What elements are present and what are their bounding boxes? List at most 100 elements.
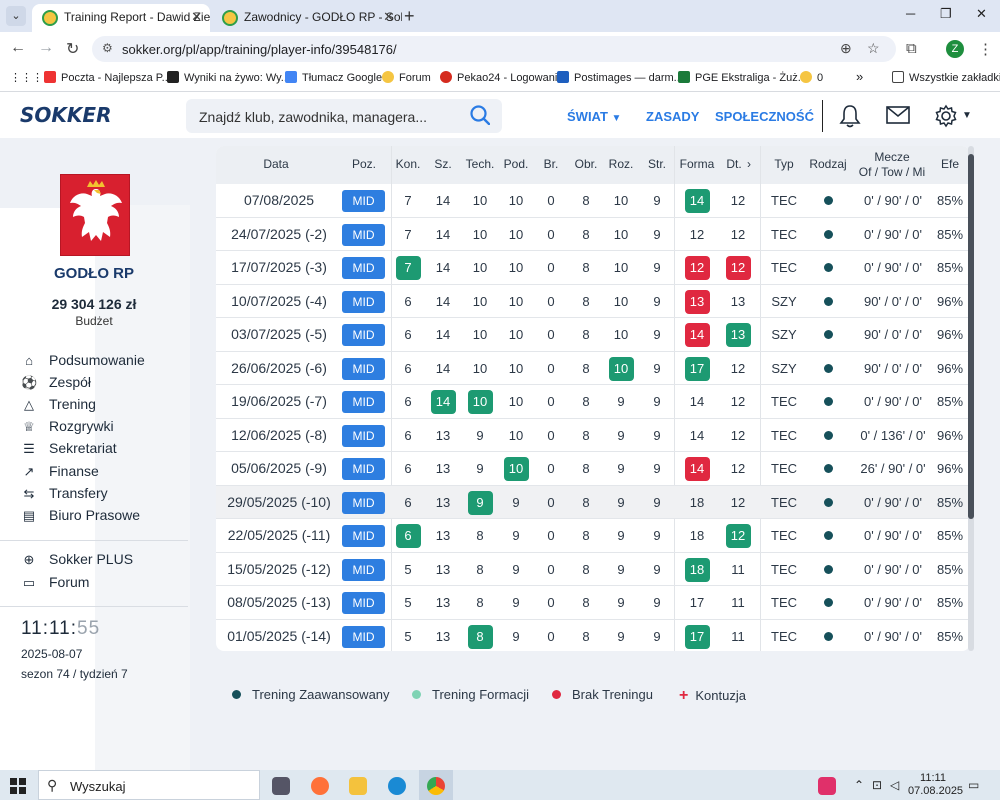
- table-row[interactable]: MID 15/05/2025 (-12) 5 13 8 9 0 8 9 9 18 11 TEC 0' / …: [216, 553, 970, 586]
- search-icon[interactable]: [470, 105, 490, 125]
- minimize-icon[interactable]: ─: [906, 6, 915, 21]
- settings-chevron-icon[interactable]: ▼: [962, 110, 972, 121]
- header-pos[interactable]: Poz.: [344, 157, 384, 171]
- nav-swiat[interactable]: ŚWIAT ▼: [567, 109, 621, 124]
- header-date[interactable]: Data: [246, 157, 306, 171]
- sidebar-item-trening[interactable]: △ Trening: [21, 396, 96, 416]
- bookmark-item[interactable]: Pekao24 - Logowanie: [440, 71, 563, 84]
- header-typ[interactable]: Typ: [764, 157, 804, 171]
- close-tab-icon[interactable]: ✕: [191, 4, 202, 30]
- mail-icon[interactable]: [886, 106, 910, 124]
- forward-icon[interactable]: →: [38, 39, 54, 57]
- header-sz[interactable]: Sz.: [428, 157, 458, 171]
- taskbar-clock[interactable]: 11:11 07.08.2025: [908, 772, 963, 798]
- bookmark-item[interactable]: Poczta - Najlepsza P...: [44, 71, 171, 84]
- header-kon[interactable]: Kon.: [392, 157, 424, 171]
- tab-zawodnicy[interactable]: Zawodnicy - GODŁO RP - Sokk ✕: [212, 4, 402, 32]
- new-tab-button[interactable]: +: [404, 6, 415, 26]
- close-window-icon[interactable]: ✕: [976, 6, 987, 22]
- task-view-icon[interactable]: [272, 777, 290, 795]
- header-tech[interactable]: Tech.: [462, 157, 498, 171]
- chrome-menu-icon[interactable]: ⋮: [978, 40, 993, 58]
- header-roz[interactable]: Roz.: [604, 157, 638, 171]
- notifications-icon[interactable]: ▭: [968, 778, 979, 792]
- header-pod[interactable]: Pod.: [499, 157, 533, 171]
- tray-chevron-icon[interactable]: ⌃: [854, 778, 864, 792]
- table-row[interactable]: MID 05/06/2025 (-9) 6 13 9 10 0 8 9 9 14 12 TEC 26' /…: [216, 452, 970, 486]
- zoom-icon[interactable]: ⊕: [840, 40, 852, 57]
- firefox-icon[interactable]: [311, 777, 329, 795]
- cell-pod: 9: [512, 628, 520, 644]
- profile-avatar[interactable]: Z: [946, 40, 964, 58]
- header-rodzaj[interactable]: Rodzaj: [806, 157, 850, 171]
- header-mecze[interactable]: Mecze Of / Tow / Mi: [852, 150, 932, 180]
- gear-icon[interactable]: [934, 104, 958, 128]
- sidebar-item-zespol[interactable]: ⚽ Zespół: [21, 374, 91, 394]
- header-forma[interactable]: Forma: [675, 157, 719, 171]
- table-row[interactable]: MID 10/07/2025 (-4) 6 14 10 10 0 8 10 9 13 13 SZY 90'…: [216, 285, 970, 318]
- sidebar-item-rozgrywki[interactable]: ♕ Rozgrywki: [21, 418, 113, 438]
- sidebar-item-podsumowanie[interactable]: ⌂ Podsumowanie: [21, 352, 145, 372]
- scroll-columns-chevron-icon[interactable]: ›: [742, 157, 756, 171]
- restore-icon[interactable]: ❐: [940, 6, 952, 22]
- all-bookmarks-folder[interactable]: Wszystkie zakładki: [892, 71, 1000, 84]
- sidebar-item-forum[interactable]: ▭ Forum: [21, 574, 90, 594]
- search-input[interactable]: Znajdź klub, zawodnika, managera...: [199, 109, 427, 125]
- scrollbar-thumb[interactable]: [968, 154, 974, 519]
- windows-start-icon[interactable]: [10, 778, 26, 794]
- sokker-logo[interactable]: SOKKER: [20, 103, 111, 127]
- sidebar-item-sokker-plus[interactable]: ⊕ Sokker PLUS: [21, 551, 134, 571]
- table-row[interactable]: MID 01/05/2025 (-14) 5 13 8 9 0 8 9 9 17 11 TEC 0' / …: [216, 620, 970, 652]
- bookmark-item[interactable]: Postimages — darm...: [557, 71, 683, 84]
- taskbar-search[interactable]: ⚲ Wyszukaj: [38, 770, 260, 800]
- volume-icon[interactable]: ◁: [890, 778, 899, 792]
- chrome-icon[interactable]: [427, 777, 445, 795]
- tab-training-report[interactable]: Training Report - Dawid Ziemia ✕: [32, 4, 210, 32]
- edge-icon[interactable]: [388, 777, 406, 795]
- table-row[interactable]: MID 07/08/2025 7 14 10 10 0 8 10 9 14 12 TEC 0' / 90'…: [216, 184, 970, 218]
- table-row[interactable]: MID 29/05/2025 (-10) 6 13 9 9 0 8 9 9 18 12 TEC 0' / …: [216, 485, 970, 519]
- table-scrollbar[interactable]: [968, 146, 974, 651]
- table-row[interactable]: MID 19/06/2025 (-7) 6 14 10 10 0 8 9 9 14 12 TEC 0' /…: [216, 385, 970, 419]
- table-row[interactable]: MID 24/07/2025 (-2) 7 14 10 10 0 8 10 9 12 12 TEC 0' …: [216, 218, 970, 251]
- more-bookmarks-button[interactable]: »: [856, 69, 863, 84]
- club-crest[interactable]: [60, 174, 130, 256]
- sidebar-item-finanse[interactable]: ↗ Finanse: [21, 463, 99, 483]
- header-efe[interactable]: Efe: [934, 157, 966, 171]
- header-str[interactable]: Str.: [640, 157, 674, 171]
- extensions-icon[interactable]: ⧉: [906, 40, 917, 57]
- back-icon[interactable]: ←: [10, 39, 26, 57]
- table-row[interactable]: MID 17/07/2025 (-3) 7 14 10 10 0 8 10 9 12 12 TEC 0' …: [216, 251, 970, 285]
- copilot-icon[interactable]: [818, 777, 836, 795]
- header-obr[interactable]: Obr.: [569, 157, 603, 171]
- table-row[interactable]: MID 22/05/2025 (-11) 6 13 8 9 0 8 9 9 18 12 TEC 0' / …: [216, 519, 970, 553]
- table-row[interactable]: MID 03/07/2025 (-5) 6 14 10 10 0 8 10 9 14 13 SZY 90'…: [216, 318, 970, 352]
- url-text[interactable]: sokker.org/pl/app/training/player-info/3…: [122, 42, 397, 57]
- reload-icon[interactable]: ↻: [66, 39, 79, 59]
- network-icon[interactable]: ⊡: [872, 778, 882, 792]
- sidebar-item-biuro-prasowe[interactable]: ▤ Biuro Prasowe: [21, 507, 140, 527]
- club-name[interactable]: GODŁO RP: [0, 265, 188, 282]
- table-row[interactable]: MID 26/06/2025 (-6) 6 14 10 10 0 8 10 9 17 12 SZY 90'…: [216, 352, 970, 385]
- apps-icon[interactable]: ⋮⋮⋮: [10, 71, 43, 84]
- nav-zasady[interactable]: ZASADY: [646, 109, 699, 124]
- header-br[interactable]: Br.: [536, 157, 566, 171]
- tab-search-button[interactable]: ⌄: [6, 6, 26, 26]
- table-row[interactable]: MID 12/06/2025 (-8) 6 13 9 10 0 8 9 9 14 12 TEC 0' / …: [216, 419, 970, 452]
- bookmark-star-icon[interactable]: ☆: [867, 40, 880, 57]
- bookmark-item[interactable]: Tłumacz Google: [285, 71, 382, 84]
- address-bar[interactable]: ⚙ sokker.org/pl/app/training/player-info…: [92, 36, 896, 62]
- file-explorer-icon[interactable]: [349, 777, 367, 795]
- sidebar-item-transfery[interactable]: ⇆ Transfery: [21, 485, 108, 505]
- bookmark-item[interactable]: PGE Ekstraliga - Żuż...: [678, 71, 807, 84]
- bookmark-item[interactable]: Wyniki na żywo: Wy...: [167, 71, 290, 84]
- table-row[interactable]: MID 08/05/2025 (-13) 5 13 8 9 0 8 9 9 17 11 TEC 0' / …: [216, 586, 970, 620]
- site-info-icon[interactable]: ⚙: [102, 41, 113, 55]
- bell-icon[interactable]: [839, 104, 861, 128]
- bookmark-item[interactable]: Forum: [382, 71, 431, 84]
- sidebar-item-sekretariat[interactable]: ☰ Sekretariat: [21, 440, 117, 460]
- search-box[interactable]: Znajdź klub, zawodnika, managera...: [186, 99, 502, 133]
- nav-spolecznosc[interactable]: SPOŁECZNOŚĆ: [715, 109, 814, 124]
- bookmark-item[interactable]: 0: [800, 71, 823, 84]
- close-tab-icon[interactable]: ✕: [383, 4, 394, 30]
